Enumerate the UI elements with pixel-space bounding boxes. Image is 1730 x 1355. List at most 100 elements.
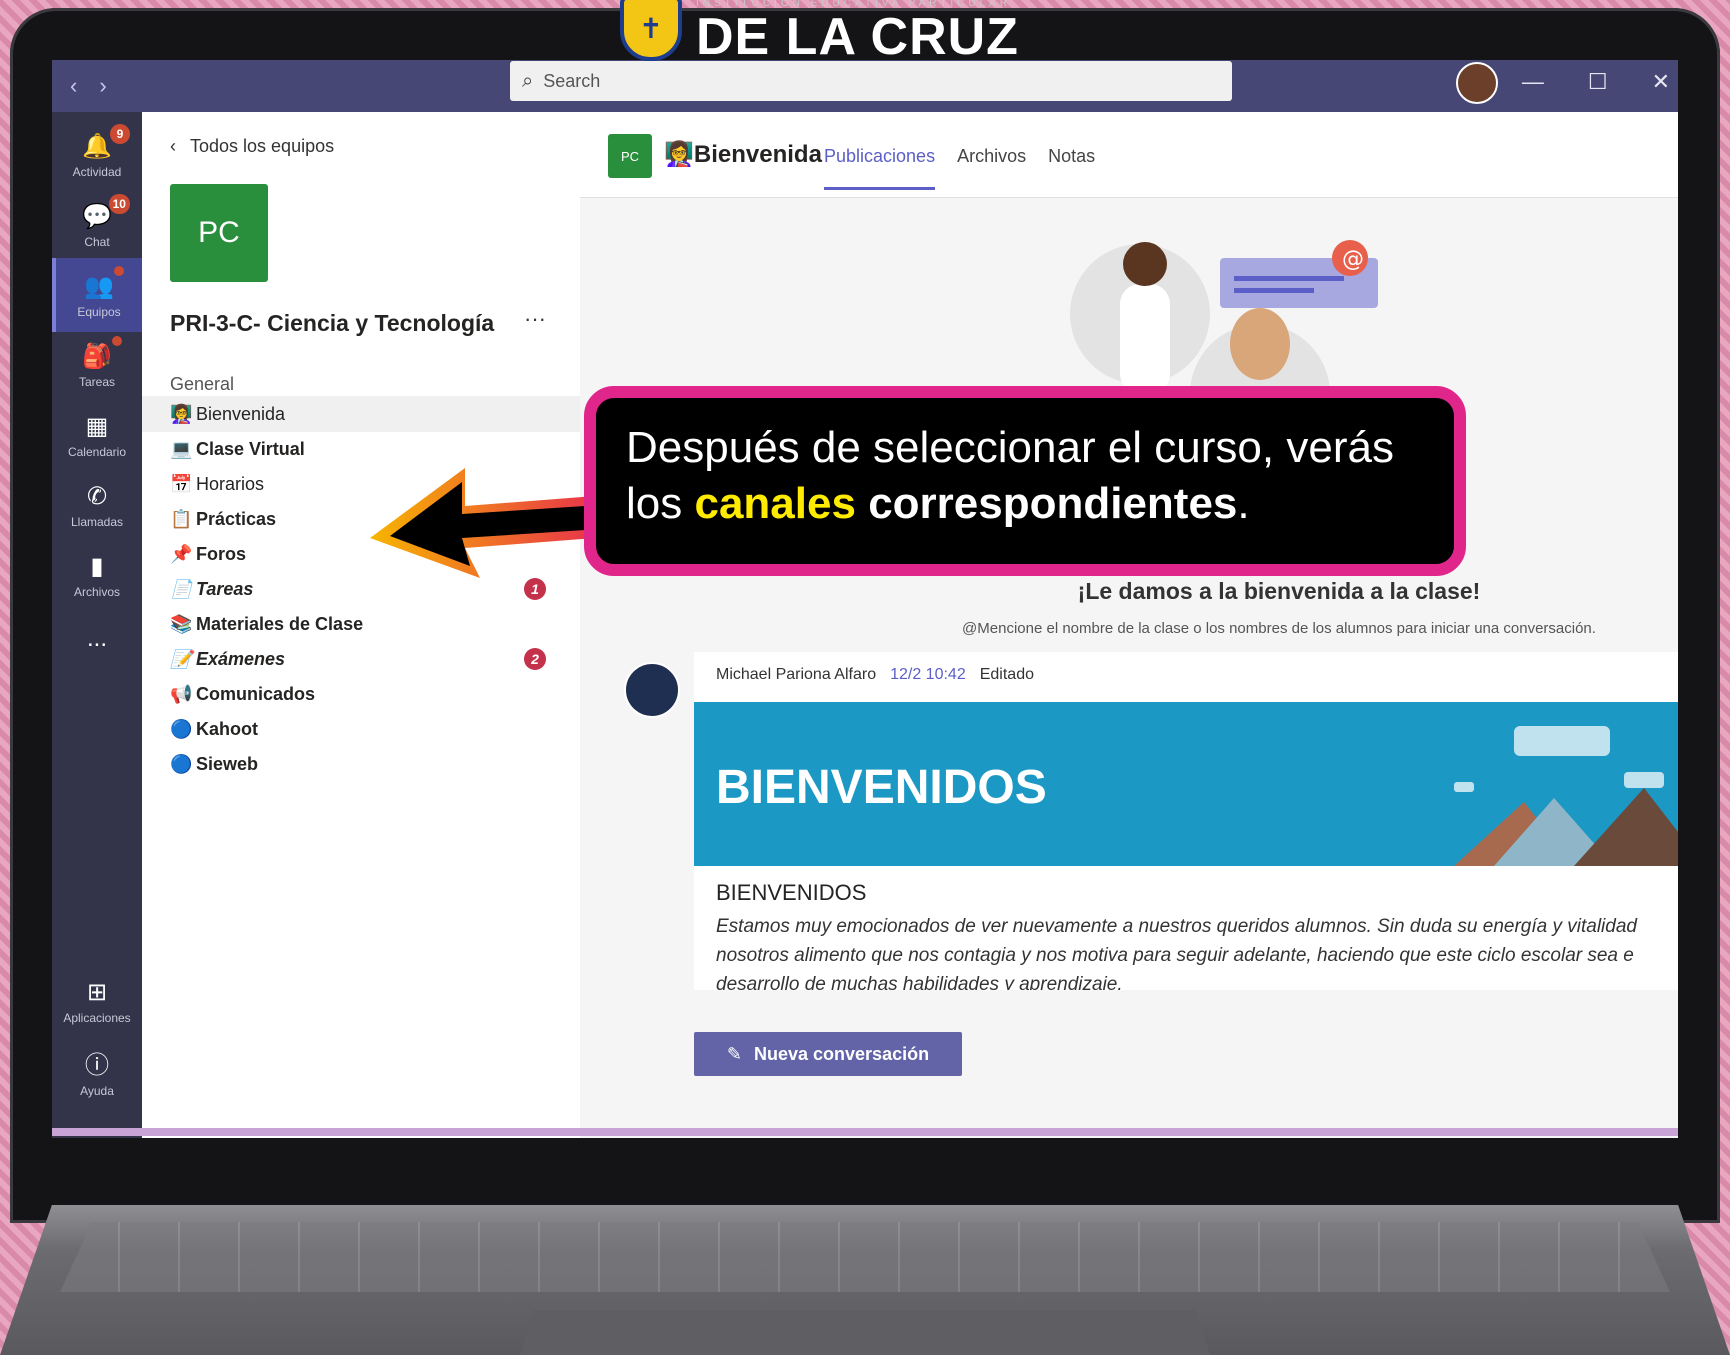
post-time: 12/2 10:42 [890, 666, 966, 683]
author-avatar[interactable] [624, 662, 680, 718]
document-icon: 📄 [170, 578, 193, 599]
pointer-arrow-icon [370, 468, 595, 578]
calendar-icon: ▦ [85, 412, 109, 440]
chat-icon: 💬 10 [82, 193, 130, 231]
callout-line-2: los canales correspondientes. [626, 479, 1250, 528]
tab-notas[interactable]: Notas [1048, 146, 1095, 190]
channel-main: PC 👩‍🏫Bienvenida Publicaciones Archivos … [580, 112, 1678, 1138]
tab-publicaciones[interactable]: Publicaciones [824, 146, 936, 190]
unread-badge: 2 [524, 648, 546, 670]
rail-chat[interactable]: 💬 10 Chat [52, 188, 142, 262]
bag-icon: 🎒 [82, 335, 122, 371]
all-teams-link[interactable]: ‹ Todos los equipos [170, 136, 334, 157]
channel-avatar: PC [608, 134, 652, 178]
rail-calls[interactable]: ✆ Llamadas [52, 468, 142, 542]
channel-label: Tareas [196, 578, 254, 599]
forward-arrow-icon[interactable]: › [99, 73, 106, 99]
channel-label: Bienvenida [196, 403, 286, 424]
blue-circle-icon: 🔵 [170, 753, 193, 774]
app-rail: 🔔 9 Actividad 💬 10 Chat 👥 Equipos 🎒 Tareas… [52, 112, 142, 1138]
teams-panel: ‹ Todos los equipos PC PRI-3-C- Ciencia … [142, 112, 580, 1138]
keyboard [60, 1222, 1670, 1292]
title-bar: ‹ › ⌕ Search — ☐ ✕ [52, 60, 1678, 112]
post-card: Michael Pariona Alfaro 12/2 10:42 Editad… [694, 652, 1678, 990]
blue-circle-icon: 🔵 [170, 718, 193, 739]
help-icon: ⓘ [85, 1051, 109, 1079]
rail-label: Aplicaciones [63, 1010, 131, 1025]
teams-icon: 👥 [84, 265, 124, 301]
channel-label: Exámenes [196, 648, 286, 669]
memo-icon: 📝 [170, 648, 193, 669]
channel-label: Materiales de Clase [196, 613, 364, 634]
callout-line-1: Después de seleccionar el curso, verás [626, 423, 1394, 472]
welcome-illustration: @ [1070, 240, 1378, 404]
welcome-subtitle: @Mencione el nombre de la clase o los no… [962, 620, 1596, 637]
compose-icon: ✎ [726, 1043, 742, 1064]
channel-bienvenida[interactable]: 👩‍🏫 Bienvenida [142, 396, 580, 432]
team-name: PRI-3-C- Ciencia y Tecnología [170, 310, 495, 336]
phone-icon: ✆ [86, 482, 108, 510]
channel-examenes[interactable]: 📝 Exámenes 2 [142, 641, 580, 677]
new-conversation-button[interactable]: ✎ Nueva conversación [694, 1032, 962, 1076]
channel-tabs: Publicaciones Archivos Notas [824, 146, 1095, 190]
channel-label: Comunicados [196, 683, 316, 704]
more-icon: ... [86, 625, 107, 652]
team-avatar: PC [170, 184, 268, 282]
post-heading: BIENVENIDOS [716, 880, 867, 905]
maximize-icon[interactable]: ☐ [1588, 69, 1608, 95]
search-icon: ⌕ [522, 69, 534, 92]
shield-icon: ✝ [620, 0, 682, 61]
rail-activity[interactable]: 🔔 9 Actividad [52, 118, 142, 192]
rail-calendar[interactable]: ▦ Calendario [52, 398, 142, 472]
search-placeholder: Search [543, 70, 601, 91]
teams-window: ‹ › ⌕ Search — ☐ ✕ 🔔 9 Actividad 💬 10 Chat… [52, 60, 1678, 1138]
channel-label: Clase Virtual [196, 438, 305, 459]
chevron-left-icon: ‹ [170, 136, 176, 156]
search-box[interactable]: ⌕ Search [510, 61, 1232, 101]
channel-clase-virtual[interactable]: 💻 Clase Virtual [142, 431, 580, 467]
school-logo: ✝ INSTITUCIÓN EDUCATIVA PARTICULAR DE LA… [620, 0, 1019, 66]
close-icon[interactable]: ✕ [1652, 69, 1670, 95]
rail-label: Llamadas [70, 514, 124, 529]
unread-badge: 1 [524, 578, 546, 600]
rail-label: Ayuda [80, 1083, 114, 1098]
rail-label: Tareas [78, 374, 116, 389]
activity-badge: 9 [109, 123, 130, 144]
tab-archivos[interactable]: Archivos [957, 146, 1026, 190]
highlight-canales: canales [694, 479, 856, 528]
svg-text:@: @ [1342, 247, 1364, 272]
user-avatar[interactable] [1456, 62, 1498, 104]
post-body: Estamos muy emocionados de ver nuevament… [716, 916, 1637, 990]
rail-help[interactable]: ⓘ Ayuda [52, 1034, 142, 1108]
channel-kahoot[interactable]: 🔵 Kahoot [142, 711, 580, 747]
post-author[interactable]: Michael Pariona Alfaro [716, 666, 876, 684]
team-more-options[interactable]: ··· [524, 306, 546, 332]
channel-label: Horarios [196, 473, 265, 494]
minimize-icon[interactable]: — [1522, 69, 1544, 95]
channel-label: Sieweb [196, 753, 259, 774]
instruction-callout: Después de seleccionar el curso, verás l… [584, 386, 1466, 576]
rail-more[interactable]: ... [52, 602, 142, 676]
pushpin-icon: 📌 [170, 543, 193, 564]
channel-comunicados[interactable]: 📢 Comunicados [142, 676, 580, 712]
laptop-icon: 💻 [170, 438, 193, 459]
channel-sieweb[interactable]: 🔵 Sieweb [142, 746, 580, 782]
channel-materiales[interactable]: 📚 Materiales de Clase [142, 606, 580, 642]
rail-label: Chat [84, 234, 110, 249]
rail-apps[interactable]: ⊞ Aplicaciones [52, 964, 142, 1038]
tasks-dot [111, 335, 122, 346]
section-general[interactable]: General [170, 374, 234, 395]
rail-label: Equipos [77, 304, 121, 319]
scrollbar[interactable] [52, 1128, 1678, 1136]
logo-title: DE LA CRUZ [696, 8, 1019, 66]
back-arrow-icon[interactable]: ‹ [70, 73, 77, 99]
mention-dot [113, 265, 124, 276]
rail-teams[interactable]: 👥 Equipos [52, 258, 142, 332]
rail-files[interactable]: ▮ Archivos [52, 538, 142, 612]
rail-tasks[interactable]: 🎒 Tareas [52, 328, 142, 402]
highlight-correspondientes: correspondientes [868, 479, 1238, 528]
trackpad [520, 1310, 1210, 1355]
chat-badge: 10 [108, 193, 130, 214]
calendar-icon: 📅 [170, 473, 193, 494]
new-conversation-label: Nueva conversación [754, 1043, 930, 1064]
